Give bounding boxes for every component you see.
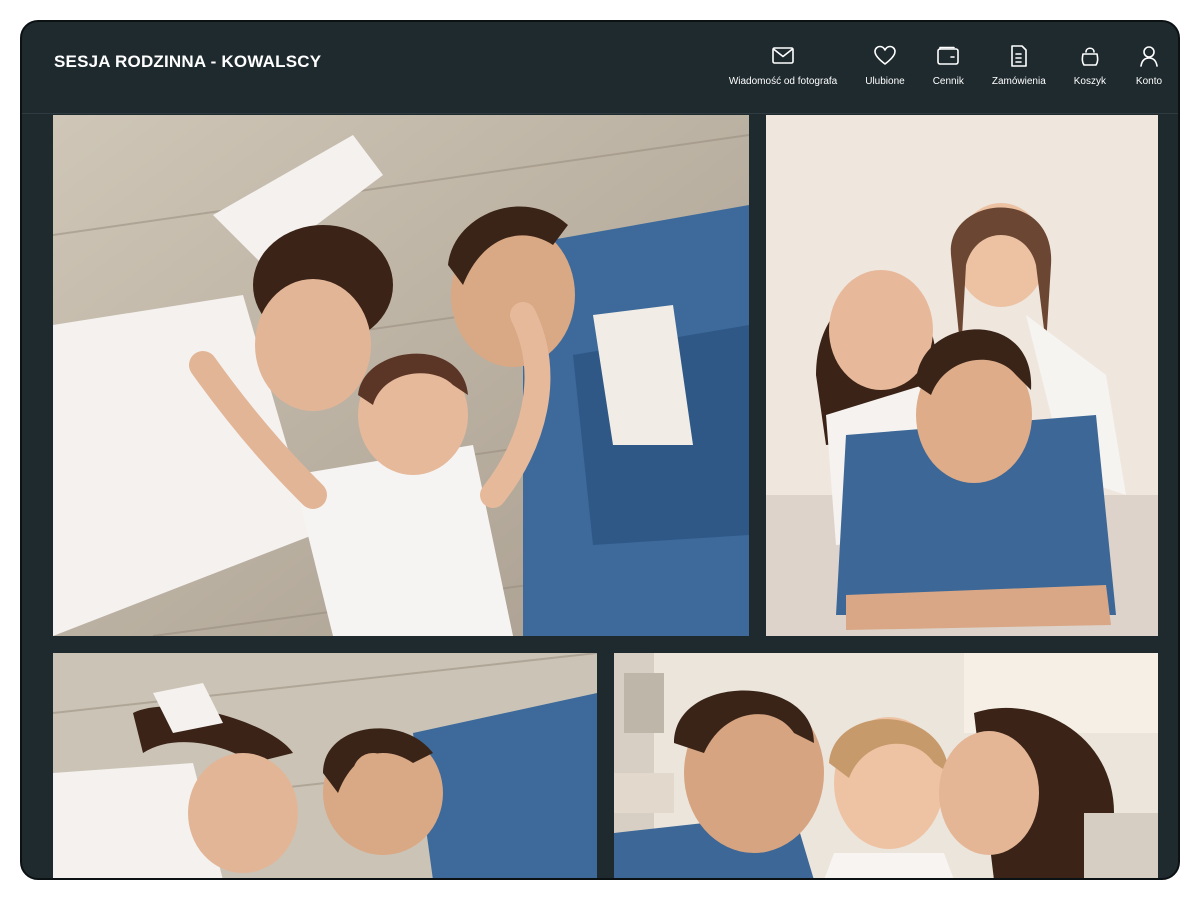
nav-orders-label: Zamówienia <box>991 76 1046 87</box>
nav-pricing-label: Cennik <box>932 76 964 87</box>
nav-favorites-label: Ulubione <box>865 76 905 87</box>
nav-cart-label: Koszyk <box>1073 76 1106 87</box>
photo-family-goggles <box>53 653 597 878</box>
nav-orders-button[interactable]: Zamówienia <box>992 42 1046 87</box>
gallery-photo[interactable] <box>53 115 749 636</box>
nav-message-label: Wiadomość od fotografa <box>728 76 838 87</box>
user-icon <box>1134 42 1164 70</box>
photo-family-floor <box>53 115 749 636</box>
wallet-icon <box>933 42 963 70</box>
nav-cart-button[interactable]: Koszyk <box>1074 42 1106 87</box>
gallery-title: SESJA RODZINNA - KOWALSCY <box>54 52 322 71</box>
gallery-photo[interactable] <box>614 653 1158 878</box>
gallery-photo[interactable] <box>53 653 597 878</box>
photo-family-piggyback <box>766 115 1158 636</box>
nav-favorites-button[interactable]: Ulubione <box>865 42 905 87</box>
nav-message-button[interactable]: Wiadomość od fotografa <box>729 42 837 87</box>
top-nav: Wiadomość od fotografa Ulubione Cennik Z… <box>701 42 1164 87</box>
mail-icon <box>768 42 798 70</box>
app-window: SESJA RODZINNA - KOWALSCY Wiadomość od f… <box>20 20 1180 880</box>
nav-account-button[interactable]: Konto <box>1134 42 1164 87</box>
gallery-photo[interactable] <box>766 115 1158 636</box>
nav-pricing-button[interactable]: Cennik <box>933 42 964 87</box>
heart-icon <box>870 42 900 70</box>
nav-account-label: Konto <box>1135 76 1163 87</box>
bag-icon <box>1075 42 1105 70</box>
top-bar: SESJA RODZINNA - KOWALSCY Wiadomość od f… <box>22 22 1178 114</box>
document-icon <box>1004 42 1034 70</box>
photo-family-kiss <box>614 653 1158 878</box>
